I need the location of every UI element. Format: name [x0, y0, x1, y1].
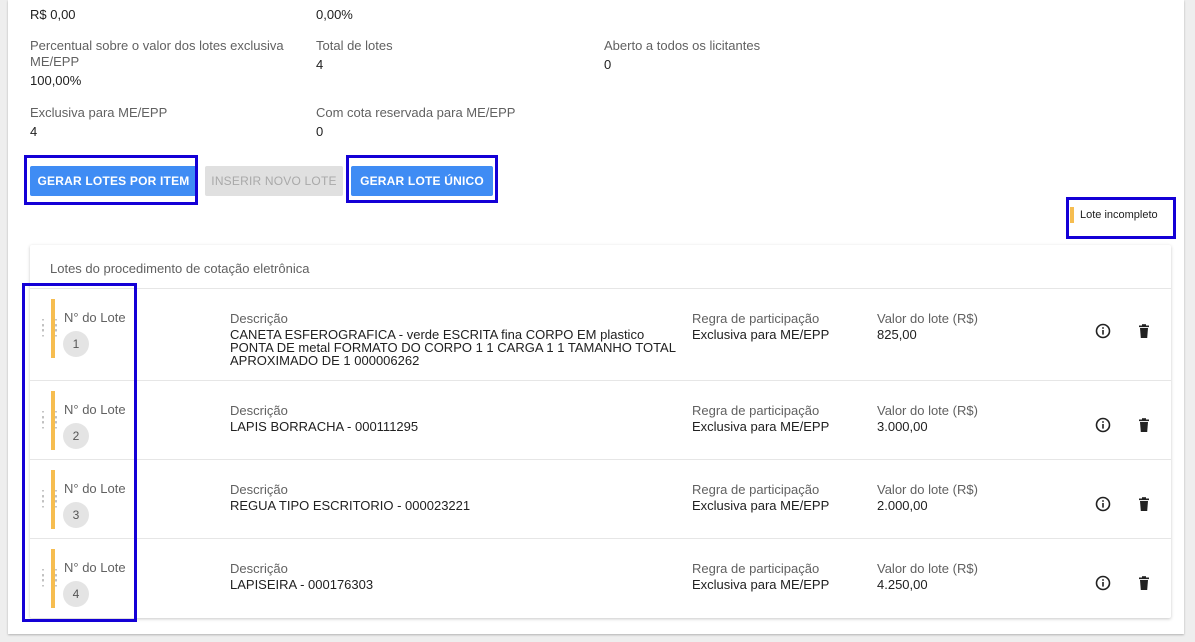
drag-handle-icon[interactable]: ⋮⋮ ⋮⋮ [36, 488, 63, 508]
lote-number-label: N° do Lote [64, 310, 126, 325]
trash-icon[interactable] [1136, 323, 1152, 339]
stat-top-mid-value: 0,00% [316, 7, 353, 22]
descricao-value: LAPISEIRA - 000176303 [230, 577, 374, 592]
lote-number-badge: 2 [63, 423, 89, 449]
lote-number-label: N° do Lote [64, 402, 126, 417]
lote-valor: Valor do lote (R$) 3.000,00 [877, 404, 978, 433]
lote-regra: Regra de participação Exclusiva para ME/… [692, 404, 829, 433]
lote-number-label: N° do Lote [64, 560, 126, 575]
valor-value: 825,00 [877, 327, 917, 342]
regra-value: Exclusiva para ME/EPP [692, 419, 830, 434]
incomplete-indicator [51, 470, 55, 529]
stat-total-value: 4 [316, 57, 324, 72]
trash-icon[interactable] [1136, 417, 1152, 433]
valor-value: 3.000,00 [877, 419, 928, 434]
stat-percentual: Percentual sobre o valor dos lotes exclu… [30, 38, 295, 89]
stat-cota: Com cota reservada para ME/EPP 0 [316, 105, 515, 140]
lote-descricao: Descrição LAPIS BORRACHA - 000111295 [230, 404, 680, 433]
stat-aberto-label: Aberto a todos os licitantes [604, 38, 761, 53]
stat-top-left: R$ 0,00 [30, 7, 76, 23]
valor-label: Valor do lote (R$) [877, 403, 978, 418]
lote-regra: Regra de participação Exclusiva para ME/… [692, 562, 829, 591]
stat-cota-value: 0 [316, 124, 324, 139]
regra-label: Regra de participação [692, 403, 820, 418]
regra-value: Exclusiva para ME/EPP [692, 498, 830, 513]
info-icon[interactable] [1095, 323, 1111, 339]
info-icon[interactable] [1095, 496, 1111, 512]
valor-value: 2.000,00 [877, 498, 928, 513]
lote-valor: Valor do lote (R$) 4.250,00 [877, 562, 978, 591]
stat-total-lotes: Total de lotes 4 [316, 38, 393, 73]
gerar-lotes-por-item-button[interactable]: GERAR LOTES POR ITEM [30, 166, 197, 196]
inserir-novo-lote-button[interactable]: INSERIR NOVO LOTE [205, 166, 343, 196]
lote-descricao: Descrição LAPISEIRA - 000176303 [230, 562, 680, 591]
info-icon[interactable] [1095, 417, 1111, 433]
valor-label: Valor do lote (R$) [877, 482, 978, 497]
stat-aberto-value: 0 [604, 57, 612, 72]
lote-descricao: Descrição CANETA ESFEROGRAFICA - verde E… [230, 312, 680, 367]
stat-top-left-value: R$ 0,00 [30, 7, 76, 22]
incomplete-indicator [51, 391, 55, 450]
stat-cota-label: Com cota reservada para ME/EPP [316, 105, 516, 120]
trash-icon[interactable] [1136, 496, 1152, 512]
legend-label: Lote incompleto [1080, 209, 1158, 221]
lote-row-1: ⋮⋮ ⋮⋮ N° do Lote 1 Descrição CANETA ESFER… [30, 288, 1171, 381]
descricao-label: Descrição [230, 561, 288, 576]
descricao-value: REGUA TIPO ESCRITORIO - 000023221 [230, 498, 471, 513]
lote-descricao: Descrição REGUA TIPO ESCRITORIO - 000023… [230, 483, 680, 512]
descricao-label: Descrição [230, 311, 288, 326]
info-icon[interactable] [1095, 575, 1111, 591]
descricao-value: CANETA ESFEROGRAFICA - verde ESCRITA fin… [230, 327, 676, 368]
lote-number-badge: 1 [63, 331, 89, 357]
lote-valor: Valor do lote (R$) 2.000,00 [877, 483, 978, 512]
legend-lote-incompleto: Lote incompleto [1070, 202, 1158, 228]
lotes-card: Lotes do procedimento de cotação eletrôn… [30, 245, 1171, 618]
lote-regra: Regra de participação Exclusiva para ME/… [692, 312, 829, 341]
drag-handle-icon[interactable]: ⋮⋮ ⋮⋮ [36, 567, 63, 587]
stat-exclusiva-value: 4 [30, 124, 38, 139]
incomplete-indicator [51, 549, 55, 608]
incomplete-indicator [51, 299, 55, 358]
valor-label: Valor do lote (R$) [877, 561, 978, 576]
stat-exclusiva-label: Exclusiva para ME/EPP [30, 105, 168, 120]
descricao-value: LAPIS BORRACHA - 000111295 [230, 419, 419, 434]
lote-row-2: ⋮⋮ ⋮⋮ N° do Lote 2 Descrição LAPIS BORRAC… [30, 380, 1171, 460]
valor-label: Valor do lote (R$) [877, 311, 978, 326]
regra-label: Regra de participação [692, 311, 820, 326]
trash-icon[interactable] [1136, 575, 1152, 591]
stat-total-label: Total de lotes [316, 38, 393, 53]
lote-row-4: ⋮⋮ ⋮⋮ N° do Lote 4 Descrição LAPISEIRA - … [30, 538, 1171, 619]
stat-percentual-label: Percentual sobre o valor dos lotes exclu… [30, 38, 284, 69]
stat-aberto: Aberto a todos os licitantes 0 [604, 38, 760, 73]
lote-valor: Valor do lote (R$) 825,00 [877, 312, 978, 341]
lote-number-badge: 3 [63, 502, 89, 528]
regra-label: Regra de participação [692, 561, 820, 576]
drag-handle-icon[interactable]: ⋮⋮ ⋮⋮ [36, 317, 63, 337]
drag-handle-icon[interactable]: ⋮⋮ ⋮⋮ [36, 409, 63, 429]
lote-regra: Regra de participação Exclusiva para ME/… [692, 483, 829, 512]
stat-top-mid: 0,00% [316, 7, 353, 23]
stat-percentual-value: 100,00% [30, 73, 82, 88]
lote-row-3: ⋮⋮ ⋮⋮ N° do Lote 3 Descrição REGUA TIPO E… [30, 459, 1171, 539]
regra-value: Exclusiva para ME/EPP [692, 577, 830, 592]
regra-value: Exclusiva para ME/EPP [692, 327, 830, 342]
lote-number-badge: 4 [63, 581, 89, 607]
stat-exclusiva: Exclusiva para ME/EPP 4 [30, 105, 167, 140]
lotes-card-title: Lotes do procedimento de cotação eletrôn… [50, 261, 310, 276]
gerar-lote-unico-button[interactable]: GERAR LOTE ÚNICO [351, 166, 493, 196]
descricao-label: Descrição [230, 482, 288, 497]
legend-color-swatch [1070, 207, 1074, 223]
valor-value: 4.250,00 [877, 577, 928, 592]
lote-number-label: N° do Lote [64, 481, 126, 496]
descricao-label: Descrição [230, 403, 288, 418]
regra-label: Regra de participação [692, 482, 820, 497]
